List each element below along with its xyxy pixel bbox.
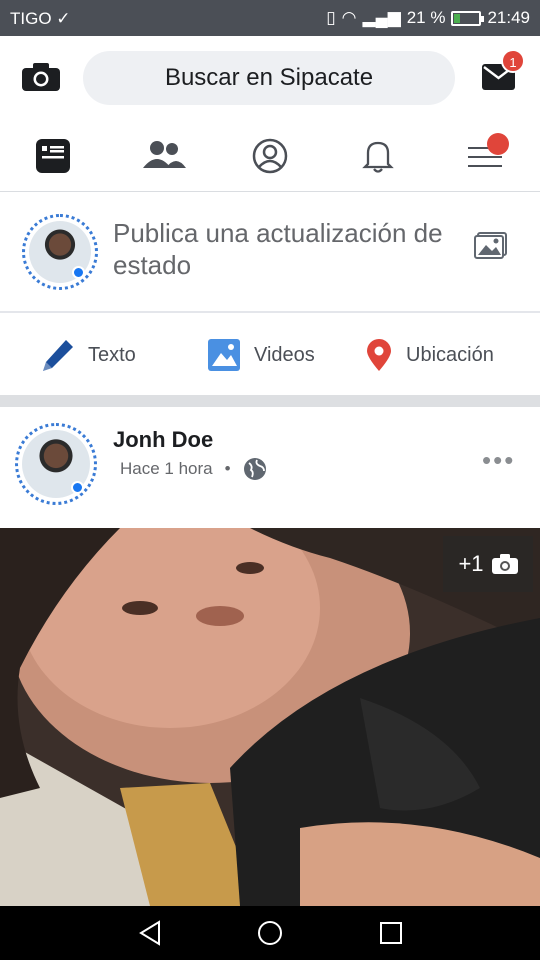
- carrier-label: TIGO ✓: [10, 9, 71, 28]
- location-pin-icon: [367, 339, 391, 371]
- signal-icon: ▂▄▆: [362, 8, 401, 27]
- text-action[interactable]: Texto: [42, 337, 136, 373]
- wifi-icon: ◠: [341, 8, 357, 27]
- bell-icon: [362, 141, 394, 173]
- tab-friends[interactable]: [140, 136, 188, 176]
- pencil-icon: [43, 340, 73, 371]
- top-bar: Buscar en Sipacate 1: [0, 36, 540, 122]
- system-nav-bar: [0, 906, 540, 960]
- search-placeholder: Buscar en Sipacate: [164, 64, 374, 91]
- composer-actions: Texto Videos Ubicación: [0, 315, 540, 395]
- back-icon[interactable]: [138, 920, 164, 946]
- news-feed-icon: [36, 139, 70, 173]
- more-photos-count: +1: [458, 551, 484, 576]
- photo-icon[interactable]: [474, 231, 508, 259]
- post-author-name[interactable]: Jonh Doe: [113, 427, 213, 453]
- tab-news-feed[interactable]: [34, 136, 74, 176]
- profile-icon: [252, 138, 288, 174]
- status-icons: ▯ ◠ ▂▄▆ 21 % 21:49: [326, 8, 530, 28]
- tab-profile[interactable]: [250, 136, 290, 176]
- vibrate-icon: ▯: [326, 8, 336, 27]
- messages-badge: 1: [501, 49, 525, 73]
- avatar[interactable]: [22, 214, 98, 290]
- messenger-icon: [71, 481, 84, 494]
- videos-action[interactable]: Videos: [208, 337, 315, 373]
- home-icon[interactable]: [257, 920, 283, 946]
- composer-prompt[interactable]: Publica una actualización de estado: [113, 217, 463, 281]
- post-time[interactable]: Hace 1 hora: [120, 459, 213, 479]
- status-composer[interactable]: Publica una actualización de estado: [0, 193, 540, 313]
- location-action[interactable]: Ubicación: [366, 337, 494, 373]
- camera-icon[interactable]: [22, 63, 60, 91]
- image-icon: [208, 339, 240, 371]
- status-bar: TIGO ✓ ▯ ◠ ▂▄▆ 21 % 21:49: [0, 0, 540, 36]
- post-author-avatar[interactable]: [15, 423, 97, 505]
- more-options-icon[interactable]: •••: [482, 445, 515, 476]
- feed-divider: [0, 395, 540, 407]
- videos-action-label: Videos: [254, 343, 315, 366]
- battery-percent: 21 %: [406, 8, 446, 27]
- text-action-label: Texto: [88, 343, 136, 366]
- meta-separator: •: [224, 459, 231, 478]
- messenger-icon: [72, 266, 85, 279]
- battery-icon: [451, 10, 485, 26]
- location-action-label: Ubicación: [406, 343, 494, 366]
- recents-icon[interactable]: [378, 920, 404, 946]
- menu-notification-dot: [487, 133, 509, 155]
- post-meta: Hace 1 hora •: [120, 457, 267, 481]
- camera-icon: [491, 554, 518, 574]
- battery-fill: [454, 13, 460, 23]
- nav-tabs: [0, 122, 540, 192]
- friends-icon: [143, 141, 186, 168]
- search-bar[interactable]: Buscar en Sipacate: [83, 51, 455, 105]
- globe-icon: [243, 458, 266, 480]
- tab-notifications[interactable]: [358, 136, 398, 176]
- post-header: Jonh Doe Hace 1 hora • •••: [0, 407, 540, 528]
- more-photos-chip[interactable]: +1: [443, 536, 533, 592]
- clock: 21:49: [487, 8, 530, 27]
